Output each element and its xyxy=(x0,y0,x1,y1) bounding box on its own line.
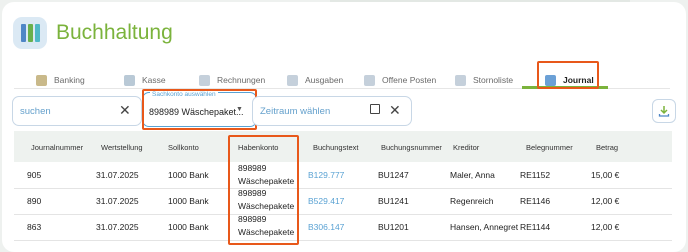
belegnummer-cell: RE1152 xyxy=(520,170,551,180)
clear-date-icon[interactable]: ✕ xyxy=(389,103,401,117)
col-belegnummer[interactable]: Belegnummer xyxy=(526,143,573,152)
col-betrag[interactable]: Betrag xyxy=(596,143,618,152)
zeitraum-placeholder: Zeitraum wählen xyxy=(260,106,331,117)
sollkonto-cell: 1000 Bank xyxy=(168,196,209,206)
buchungstext-link[interactable]: B129.777 xyxy=(308,170,344,180)
download-button[interactable] xyxy=(652,99,676,123)
betrag-cell: 12,00 € xyxy=(591,196,620,206)
page-title: Buchhaltung xyxy=(56,21,173,44)
download-icon xyxy=(658,106,670,117)
tab-stornoliste[interactable]: Stornoliste xyxy=(455,70,513,90)
habenkonto-column-highlight xyxy=(228,135,299,245)
expenses-icon xyxy=(287,74,298,86)
kreditor-cell: Hansen, Annegret xyxy=(450,222,519,232)
journalnummer-cell: 863 xyxy=(27,222,42,232)
buchungsnummer-cell: BU1241 xyxy=(378,196,409,206)
clear-search-icon[interactable]: ✕ xyxy=(119,103,131,117)
col-buchungstext[interactable]: Buchungstext xyxy=(313,143,358,152)
bank-icon xyxy=(36,74,47,86)
col-sollkonto[interactable]: Sollkonto xyxy=(168,143,199,152)
tab-label: Rechnungen xyxy=(217,75,266,85)
buchungsnummer-cell: BU1201 xyxy=(378,222,409,232)
wertstellung-cell: 31.07.2025 xyxy=(96,170,139,180)
calendar-icon[interactable] xyxy=(370,104,380,114)
tab-label: Offene Posten xyxy=(382,75,437,85)
invoice-icon xyxy=(199,74,210,86)
col-buchungsnummer[interactable]: Buchungsnummer xyxy=(381,143,442,152)
tab-label: Banking xyxy=(54,75,85,85)
wertstellung-cell: 31.07.2025 xyxy=(96,196,139,206)
tab-ausgaben[interactable]: Ausgaben xyxy=(287,70,343,90)
tab-label: Kasse xyxy=(142,75,166,85)
tab-label: Ausgaben xyxy=(305,75,344,85)
buchungstext-link[interactable]: B529.417 xyxy=(308,196,344,206)
belegnummer-cell: RE1146 xyxy=(520,196,551,206)
betrag-cell: 15,00 € xyxy=(591,170,620,180)
kreditor-cell: Regenreich xyxy=(450,196,494,206)
tab-banking[interactable]: Banking xyxy=(36,70,85,90)
tab-label: Stornoliste xyxy=(473,75,514,85)
journal-tab-highlight xyxy=(537,61,599,89)
col-journalnummer[interactable]: Journalnummer xyxy=(31,143,83,152)
tab-offene-posten[interactable]: Offene Posten xyxy=(364,70,436,90)
journalnummer-cell: 905 xyxy=(27,170,42,180)
col-kreditor[interactable]: Kreditor xyxy=(453,143,479,152)
journalnummer-cell: 890 xyxy=(27,196,42,206)
sollkonto-cell: 1000 Bank xyxy=(168,170,209,180)
cancel-list-icon xyxy=(455,74,466,86)
search-placeholder: suchen xyxy=(20,106,51,117)
buchungstext-link[interactable]: B306.147 xyxy=(308,222,344,232)
col-wertstellung[interactable]: Wertstellung xyxy=(101,143,143,152)
sachkonto-highlight xyxy=(142,89,257,130)
tab-kasse[interactable]: Kasse xyxy=(124,70,166,90)
belegnummer-cell: RE1144 xyxy=(520,222,551,232)
buchungsnummer-cell: BU1247 xyxy=(378,170,409,180)
tab-rechnungen[interactable]: Rechnungen xyxy=(199,70,265,90)
kreditor-cell: Maler, Anna xyxy=(450,170,495,180)
accounting-logo-icon xyxy=(13,17,47,49)
sollkonto-cell: 1000 Bank xyxy=(168,222,209,232)
open-items-icon xyxy=(364,74,375,86)
wertstellung-cell: 31.07.2025 xyxy=(96,222,139,232)
betrag-cell: 12,00 € xyxy=(591,222,620,232)
cash-icon xyxy=(124,74,135,86)
